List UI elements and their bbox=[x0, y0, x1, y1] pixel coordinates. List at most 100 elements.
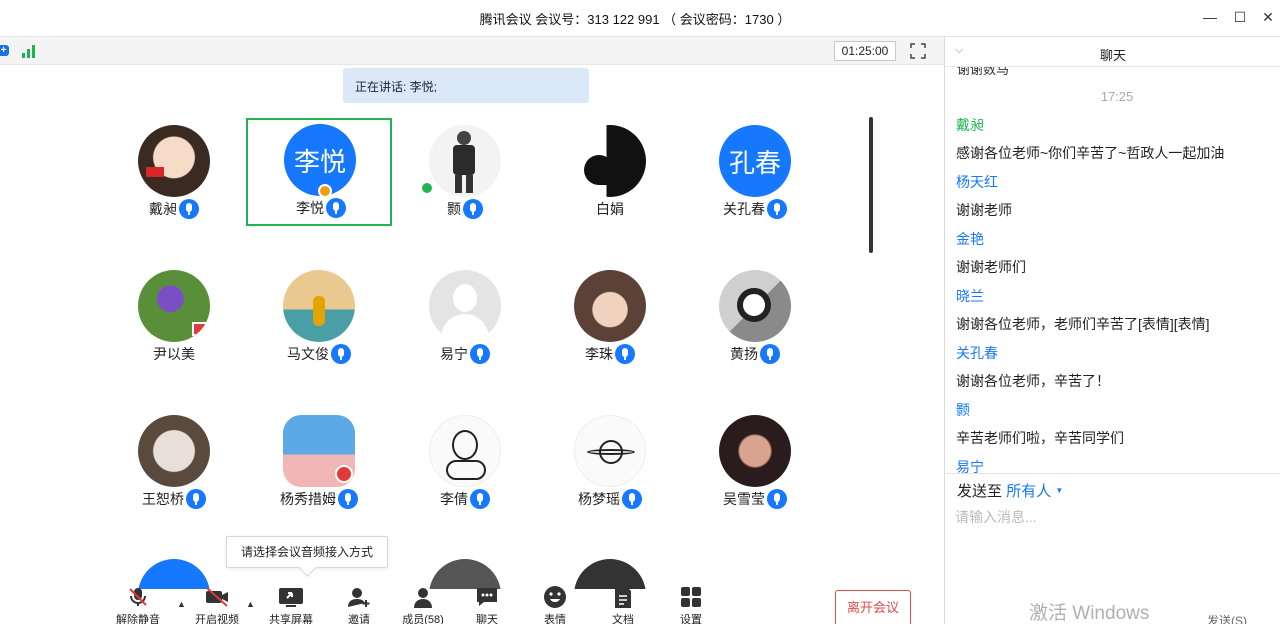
avatar bbox=[574, 125, 646, 197]
mic-muted-icon bbox=[129, 588, 147, 606]
video-options-caret[interactable]: ▲ bbox=[246, 599, 255, 609]
participant-tile[interactable]: 杨梦瑶 bbox=[537, 409, 683, 517]
participant-tile[interactable]: 尹以美 bbox=[101, 264, 247, 372]
leave-meeting-button[interactable]: 离开会议 bbox=[835, 590, 911, 624]
avatar bbox=[138, 415, 210, 487]
participant-name: 尹以美 bbox=[153, 346, 195, 362]
participant-name: 白娟 bbox=[596, 201, 624, 217]
participant-tile[interactable]: 易宁 bbox=[392, 264, 538, 372]
participant-tile[interactable]: 白娟 bbox=[537, 119, 683, 227]
participant-name: 关孔春 bbox=[723, 201, 765, 217]
meeting-area: + 01:25:00 正在讲话: 李悦; 戴昶 李悦 李悦 颢 白娟 孔春 关孔… bbox=[0, 36, 944, 624]
members-icon bbox=[414, 588, 432, 608]
avatar bbox=[429, 415, 501, 487]
meeting-toolbar: 解除静音 ▲ 开启视频 ▲ 共享屏幕 邀请 成员(58) 聊天 表情 文档 设置… bbox=[0, 579, 944, 624]
participant-tile[interactable]: 黄扬 bbox=[682, 264, 828, 372]
avatar bbox=[283, 270, 355, 342]
participant-tile[interactable]: 杨秀措姆 bbox=[246, 409, 392, 517]
chat-panel: ⌵ 聊天 谢谢数马 17:25 戴昶 感谢各位老师~你们辛苦了~哲政人一起加油 … bbox=[944, 36, 1280, 624]
mic-icon bbox=[179, 199, 199, 219]
settings-button[interactable]: 设置 bbox=[661, 585, 721, 624]
chat-divider bbox=[945, 473, 1280, 474]
participant-tile[interactable]: 颢 bbox=[392, 119, 538, 227]
chat-message: 谢谢各位老师，辛苦了！ bbox=[956, 373, 1110, 389]
speaking-indicator: 正在讲话: 李悦; bbox=[343, 68, 589, 103]
participant-name: 黄扬 bbox=[730, 346, 758, 362]
unmute-button[interactable]: 解除静音 bbox=[108, 585, 168, 624]
mic-icon bbox=[760, 344, 780, 364]
chat-message: 感谢各位老师~你们辛苦了~哲政人一起加油 bbox=[956, 145, 1225, 161]
mic-icon bbox=[331, 344, 351, 364]
participant-tile[interactable]: 马文俊 bbox=[246, 264, 392, 372]
invite-button[interactable]: 邀请 bbox=[329, 585, 389, 624]
participant-name: 颢 bbox=[447, 201, 461, 217]
start-video-button[interactable]: 开启视频 bbox=[187, 585, 247, 624]
mic-icon bbox=[767, 489, 787, 509]
avatar bbox=[574, 415, 646, 487]
mic-icon bbox=[463, 199, 483, 219]
mic-icon bbox=[326, 198, 346, 218]
chat-message-partial: 谢谢数马 bbox=[957, 67, 1010, 77]
host-badge-icon bbox=[318, 184, 332, 198]
documents-button[interactable]: 文档 bbox=[593, 585, 653, 624]
chat-input[interactable] bbox=[955, 505, 1273, 529]
avatar bbox=[138, 125, 210, 197]
mic-icon bbox=[767, 199, 787, 219]
signal-strength-icon[interactable] bbox=[22, 44, 40, 58]
avatar bbox=[719, 415, 791, 487]
mic-icon bbox=[470, 344, 490, 364]
chat-message: 谢谢各位老师，老师们辛苦了[表情][表情] bbox=[956, 316, 1210, 332]
participant-name: 马文俊 bbox=[287, 346, 329, 362]
emoji-button[interactable]: 表情 bbox=[525, 585, 585, 624]
audio-join-tooltip: 请选择会议音频接入方式 bbox=[226, 536, 388, 568]
avatar: 孔春 bbox=[719, 125, 791, 197]
avatar bbox=[138, 270, 210, 342]
emoji-icon bbox=[544, 586, 566, 608]
share-screen-button[interactable]: 共享屏幕 bbox=[261, 585, 321, 624]
chat-message: 辛苦老师们啦，辛苦同学们 bbox=[956, 430, 1124, 446]
add-user-icon bbox=[348, 588, 370, 607]
chat-button[interactable]: 聊天 bbox=[457, 585, 517, 624]
chat-message-list[interactable]: 谢谢数马 17:25 戴昶 感谢各位老师~你们辛苦了~哲政人一起加油 杨天红 谢… bbox=[945, 67, 1280, 473]
chat-sender: 颢 bbox=[956, 402, 970, 418]
participant-tile[interactable]: 孔春 关孔春 bbox=[682, 119, 828, 227]
avatar bbox=[283, 415, 355, 487]
participant-name: 杨梦瑶 bbox=[578, 491, 620, 507]
chat-sender: 金艳 bbox=[956, 231, 984, 247]
participant-tile[interactable]: 王恕桥 bbox=[101, 409, 247, 517]
chat-bubble-icon bbox=[477, 588, 497, 606]
send-button[interactable]: 发送(S) bbox=[1207, 612, 1247, 624]
mic-icon bbox=[470, 489, 490, 509]
close-button[interactable]: ✕ bbox=[1254, 6, 1280, 28]
avatar bbox=[429, 270, 501, 342]
participant-tile-active-speaker[interactable]: 李悦 李悦 bbox=[246, 118, 392, 226]
cohost-badge-icon bbox=[420, 181, 434, 195]
security-shield-icon[interactable]: + bbox=[0, 45, 9, 56]
participant-name: 王恕桥 bbox=[142, 491, 184, 507]
fullscreen-icon[interactable] bbox=[909, 42, 927, 60]
participant-name: 易宁 bbox=[440, 346, 468, 362]
send-to-selector[interactable]: 发送至 所有人 ▼ bbox=[957, 480, 1063, 501]
chat-sender: 易宁 bbox=[956, 459, 984, 473]
mic-icon bbox=[615, 344, 635, 364]
mic-icon bbox=[186, 489, 206, 509]
share-screen-icon bbox=[279, 588, 303, 607]
participant-name: 戴昶 bbox=[149, 201, 177, 217]
maximize-button[interactable]: ☐ bbox=[1226, 6, 1254, 28]
participant-tile[interactable]: 戴昶 bbox=[101, 119, 247, 227]
send-to-target[interactable]: 所有人 bbox=[1006, 483, 1051, 500]
audio-options-caret[interactable]: ▲ bbox=[177, 599, 186, 609]
participant-name: 杨秀措姆 bbox=[280, 491, 336, 507]
chat-message: 谢谢老师们 bbox=[956, 259, 1026, 275]
minimize-button[interactable]: — bbox=[1196, 6, 1224, 28]
dropdown-caret-icon[interactable]: ▼ bbox=[1055, 486, 1063, 495]
participant-scrollbar[interactable] bbox=[869, 117, 873, 253]
chat-timestamp: 17:25 bbox=[1100, 89, 1134, 104]
members-button[interactable]: 成员(58) bbox=[393, 585, 453, 624]
mic-icon bbox=[338, 489, 358, 509]
participant-tile[interactable]: 李珠 bbox=[537, 264, 683, 372]
participant-tile[interactable]: 李倩 bbox=[392, 409, 538, 517]
participant-tile[interactable]: 吴雪莹 bbox=[682, 409, 828, 517]
activation-watermark: 激活 Windows bbox=[1029, 603, 1150, 624]
window-title: 腾讯会议 会议号：313 122 991 （ 会议密码：1730 ） bbox=[479, 12, 791, 27]
